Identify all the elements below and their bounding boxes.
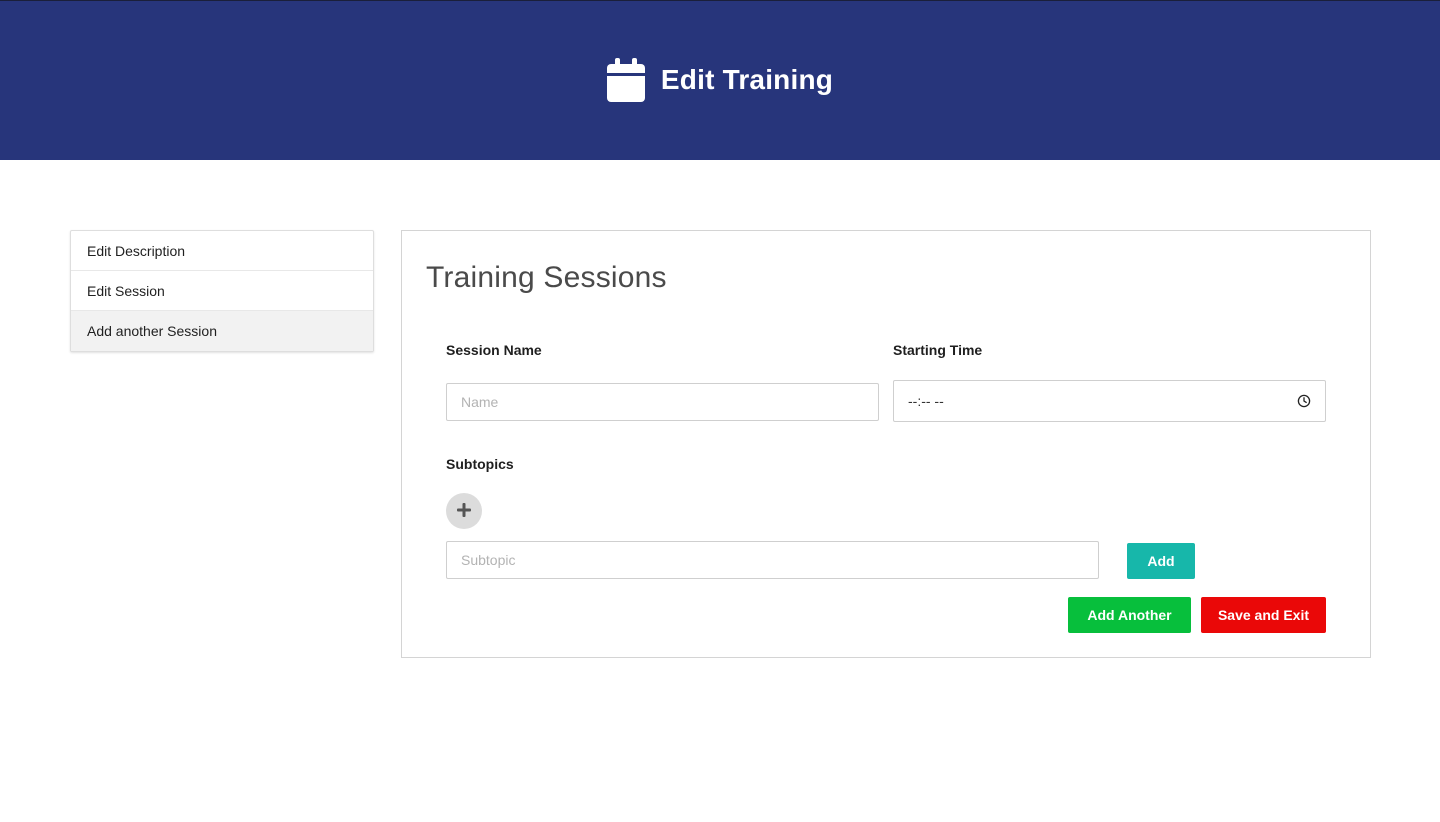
page-header: Edit Training: [0, 0, 1440, 160]
clock-icon[interactable]: [1297, 394, 1311, 408]
starting-time-value: --:-- --: [908, 393, 944, 409]
session-name-label: Session Name: [446, 342, 542, 358]
sidebar-menu: Edit Description Edit Session Add anothe…: [70, 230, 374, 352]
plus-icon: [457, 502, 471, 520]
training-sessions-panel: Training Sessions Session Name Starting …: [401, 230, 1371, 658]
add-subtopic-button[interactable]: Add: [1127, 543, 1195, 579]
page-title: Edit Training: [660, 64, 834, 95]
panel-title: Training Sessions: [426, 261, 667, 294]
starting-time-label: Starting Time: [893, 342, 983, 358]
subtopic-input[interactable]: [446, 541, 1099, 579]
sidebar-item-add-another-session[interactable]: Add another Session: [71, 311, 373, 351]
session-name-input[interactable]: [446, 383, 879, 421]
header-title-group: Edit Training: [0, 57, 1440, 103]
subtopics-label: Subtopics: [446, 456, 514, 472]
starting-time-input[interactable]: --:-- --: [893, 380, 1326, 422]
add-subtopic-field-button[interactable]: [446, 493, 482, 529]
save-and-exit-button[interactable]: Save and Exit: [1201, 597, 1326, 633]
sidebar-item-edit-session[interactable]: Edit Session: [71, 271, 373, 311]
add-another-button[interactable]: Add Another: [1068, 597, 1191, 633]
sidebar-item-edit-description[interactable]: Edit Description: [71, 231, 373, 271]
calendar-icon: [606, 58, 645, 102]
